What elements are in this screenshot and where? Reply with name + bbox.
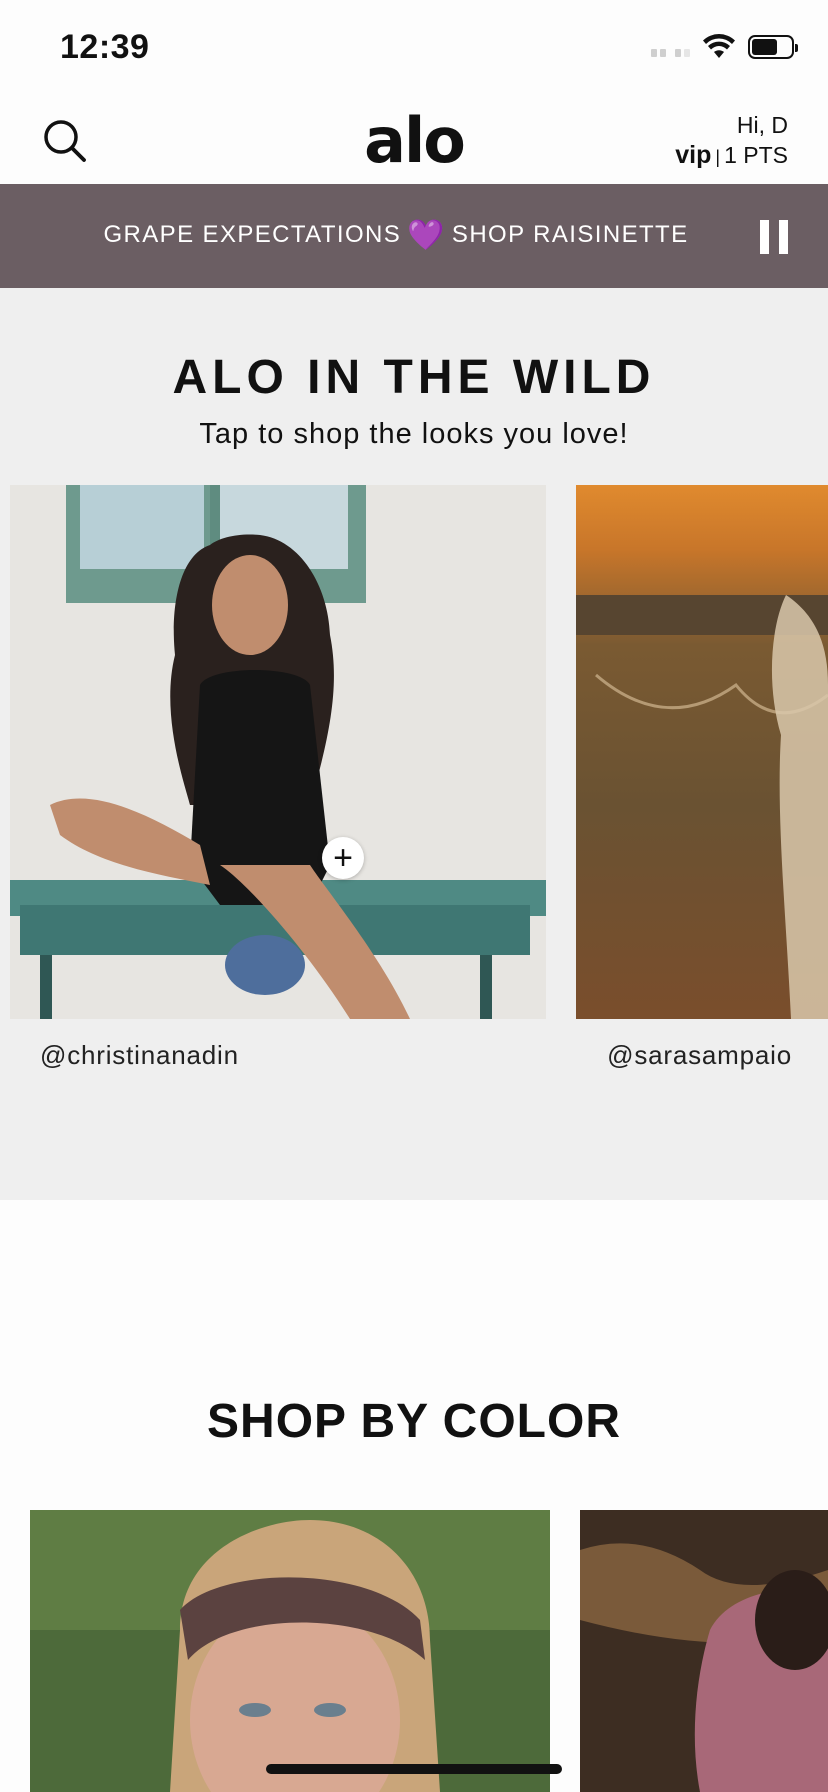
add-look-button[interactable]: +	[322, 837, 364, 879]
vip-points: vip | 1 PTS	[675, 140, 788, 172]
look-card-sarasampaio[interactable]	[576, 485, 828, 1019]
home-indicator	[266, 1764, 562, 1774]
look-photo	[10, 485, 546, 1019]
status-time: 12:39	[60, 28, 150, 66]
instagram-handle-link[interactable]: @christinanadin	[40, 1040, 239, 1071]
color-card[interactable]	[30, 1510, 550, 1792]
status-bar: 12:39	[0, 0, 828, 96]
shop-by-color-title: SHOP BY COLOR	[207, 1395, 621, 1448]
account-summary[interactable]: Hi, D vip | 1 PTS	[675, 110, 788, 172]
wifi-icon	[703, 34, 735, 58]
greeting-text: Hi, D	[736, 112, 788, 138]
signal-icon	[651, 37, 690, 57]
status-icons	[651, 34, 798, 60]
alo-in-the-wild-section: ALO IN THE WILD Tap to shop the looks yo…	[0, 288, 828, 1200]
purple-heart-icon: 💜	[407, 219, 446, 252]
promo-text-right: SHOP RAISINETTE	[451, 221, 689, 248]
instagram-handle-link[interactable]: @sarasampaio	[607, 1040, 792, 1071]
color-card[interactable]	[580, 1510, 828, 1792]
promo-text-left: GRAPE EXPECTATIONS	[103, 221, 402, 248]
promo-banner[interactable]: GRAPE EXPECTATIONS 💜 SHOP RAISINETTE	[0, 184, 828, 288]
color-photo	[580, 1510, 828, 1792]
promo-text: GRAPE EXPECTATIONS 💜 SHOP RAISINETTE	[0, 218, 792, 253]
section-title: ALO IN THE WILD	[172, 351, 656, 404]
top-header: alo Hi, D vip | 1 PTS	[0, 96, 828, 184]
color-photo	[30, 1510, 550, 1792]
vip-separator: |	[715, 147, 721, 167]
vip-label: vip	[675, 141, 712, 169]
pause-icon[interactable]	[760, 220, 788, 254]
section-subtitle: Tap to shop the looks you love!	[199, 418, 629, 450]
points-value: 1 PTS	[724, 142, 788, 168]
battery-icon	[748, 35, 798, 59]
look-photo	[576, 485, 828, 1019]
look-card-christinanadin[interactable]: +	[10, 485, 546, 1019]
